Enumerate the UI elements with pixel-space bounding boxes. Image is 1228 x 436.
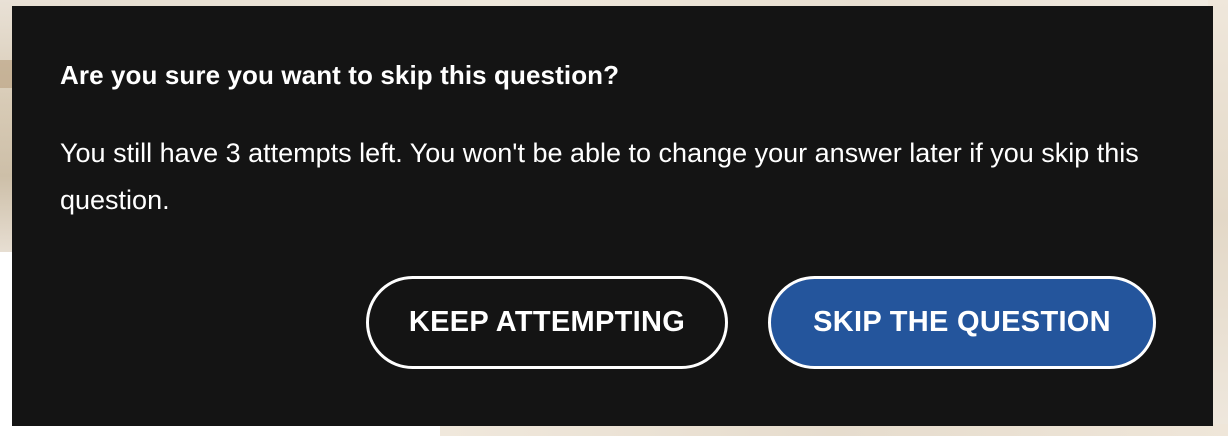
dialog-message: You still have 3 attempts left. You won'… [60, 138, 1139, 215]
keep-attempting-button[interactable]: KEEP ATTEMPTING [366, 276, 728, 369]
skip-question-button[interactable]: SKIP THE QUESTION [768, 276, 1156, 369]
skip-question-dialog: Are you sure you want to skip this quest… [12, 6, 1213, 426]
dialog-title: Are you sure you want to skip this quest… [60, 60, 620, 90]
